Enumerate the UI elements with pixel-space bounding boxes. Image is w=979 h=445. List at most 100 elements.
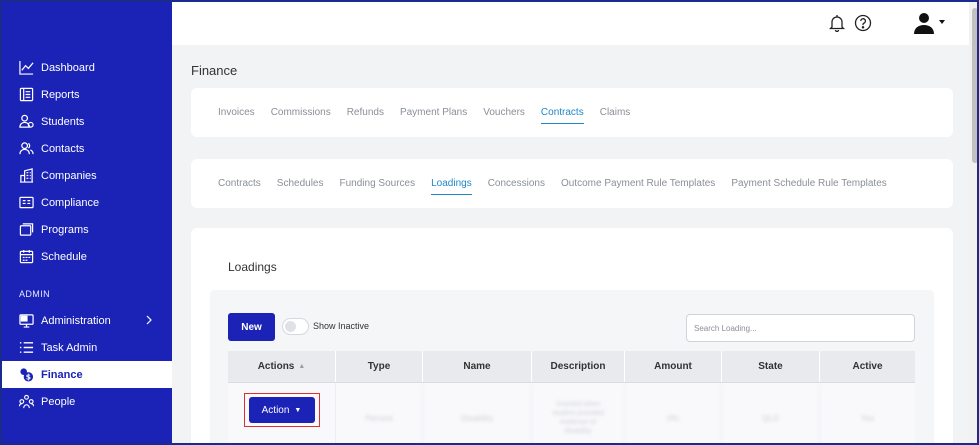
help-icon[interactable] (854, 14, 872, 32)
svg-text:$: $ (26, 373, 31, 382)
sidebar-item-people[interactable]: People (2, 388, 172, 415)
sidebar-item-compliance[interactable]: Compliance (2, 189, 172, 216)
sidebar-item-label: Schedule (41, 250, 87, 263)
table-row: Action ▼ Percent Disability Granted when … (228, 383, 915, 443)
actions-cell: Action ▼ (228, 383, 336, 443)
compliance-icon (19, 195, 34, 210)
chevron-right-icon (146, 315, 152, 325)
column-label: Actions (257, 361, 295, 372)
sidebar-section-admin: ADMIN (19, 288, 50, 299)
amount-cell: 0% (625, 383, 722, 443)
companies-icon (19, 168, 34, 183)
finance-tabs-card: Invoices Commissions Refunds Payment Pla… (191, 88, 953, 137)
sidebar-item-programs[interactable]: Programs (2, 216, 172, 243)
sidebar-item-schedule[interactable]: Schedule (2, 243, 172, 270)
loadings-table: Actions ▲ Type Name Description Amount St… (228, 351, 915, 443)
calendar-icon (19, 249, 34, 264)
tab-commissions[interactable]: Commissions (271, 106, 331, 120)
tab-claims[interactable]: Claims (600, 106, 631, 120)
chart-line-icon (19, 60, 34, 75)
search-input[interactable] (686, 314, 915, 342)
active-cell: Yes (860, 413, 875, 423)
tab-refunds[interactable]: Refunds (347, 106, 384, 120)
caret-down-icon: ▼ (294, 406, 302, 414)
sidebar: Dashboard Reports Students Contacts Comp… (2, 2, 172, 443)
caret-down-icon[interactable] (939, 20, 945, 24)
new-button[interactable]: New (228, 313, 275, 341)
column-header-actions[interactable]: Actions ▲ (228, 351, 336, 382)
sidebar-item-companies[interactable]: Companies (2, 162, 172, 189)
loadings-panel: Loadings New Show Inactive Actions▲ Type… (191, 228, 953, 443)
finance-icon: $ (19, 367, 34, 382)
monitor-icon (19, 313, 34, 328)
description-line: evidence of (560, 419, 596, 426)
sidebar-item-dashboard[interactable]: Dashboard (2, 54, 172, 81)
scrollbar-thumb[interactable] (972, 8, 977, 163)
loadings-content: New Show Inactive Actions▲ Type Name Des… (210, 290, 934, 443)
column-header-state[interactable]: State (722, 351, 820, 382)
sidebar-item-label: Administration (41, 314, 111, 327)
sidebar-nav: Dashboard Reports Students Contacts Comp… (2, 54, 172, 415)
page-title: Finance (191, 63, 238, 78)
tab-invoices[interactable]: Invoices (218, 106, 255, 120)
contract-tabs: Contracts Schedules Funding Sources Load… (191, 159, 903, 208)
description-cell: Granted when student provided evidence o… (532, 383, 625, 443)
top-bar (172, 2, 969, 45)
contacts-icon (19, 141, 34, 156)
sidebar-item-label: Students (41, 115, 85, 128)
subtab-loadings[interactable]: Loadings (431, 177, 472, 195)
bell-icon[interactable] (829, 14, 845, 32)
sidebar-item-contacts[interactable]: Contacts (2, 135, 172, 162)
sidebar-item-label: Programs (41, 223, 89, 236)
subtab-funding-sources[interactable]: Funding Sources (340, 177, 416, 191)
sidebar-item-label: Reports (41, 88, 80, 101)
subtab-payment-schedule-rule-templates[interactable]: Payment Schedule Rule Templates (731, 177, 886, 191)
user-avatar-icon[interactable] (912, 12, 936, 34)
column-header-type[interactable]: Type (336, 351, 423, 382)
sidebar-item-administration[interactable]: Administration (2, 307, 172, 334)
sidebar-item-label: Companies (41, 169, 97, 182)
description-line: Granted when (556, 401, 600, 408)
column-header-description[interactable]: Description (532, 351, 625, 382)
sidebar-item-students[interactable]: Students (2, 108, 172, 135)
toggle-knob (285, 321, 296, 332)
finance-tabs: Invoices Commissions Refunds Payment Pla… (191, 88, 646, 137)
column-header-amount[interactable]: Amount (625, 351, 722, 382)
subtab-outcome-payment-rule-templates[interactable]: Outcome Payment Rule Templates (561, 177, 715, 191)
description-line: student provided (552, 410, 604, 417)
page-scrollbar[interactable] (969, 2, 977, 443)
sidebar-item-label: People (41, 395, 76, 408)
action-label: Action (261, 404, 290, 416)
programs-icon (19, 222, 34, 237)
sidebar-item-reports[interactable]: Reports (2, 81, 172, 108)
list-icon (19, 340, 34, 355)
panel-title: Loadings (228, 260, 277, 274)
column-header-active[interactable]: Active (820, 351, 915, 382)
tab-contracts[interactable]: Contracts (540, 106, 584, 124)
subtab-contracts[interactable]: Contracts (218, 177, 261, 191)
sidebar-item-label: Compliance (41, 196, 100, 209)
subtab-schedules[interactable]: Schedules (277, 177, 324, 191)
table-header: Actions ▲ Type Name Description Amount St… (228, 351, 915, 383)
sort-up-icon: ▲ (298, 363, 306, 370)
subtab-concessions[interactable]: Concessions (488, 177, 545, 191)
name-cell: Disability (423, 383, 532, 443)
sidebar-item-finance[interactable]: $ Finance (2, 361, 172, 388)
app-window: Dashboard Reports Students Contacts Comp… (0, 0, 979, 445)
sidebar-item-label: Contacts (41, 142, 85, 155)
show-inactive-toggle[interactable] (282, 318, 309, 335)
tab-payment-plans[interactable]: Payment Plans (400, 106, 467, 120)
report-icon (19, 87, 34, 102)
action-highlight: Action ▼ (243, 393, 320, 427)
sidebar-item-task-admin[interactable]: Task Admin (2, 334, 172, 361)
people-icon (19, 394, 34, 409)
action-dropdown-button[interactable]: Action ▼ (248, 397, 315, 423)
students-icon (19, 114, 34, 129)
tab-vouchers[interactable]: Vouchers (483, 106, 525, 120)
type-cell: Percent (336, 383, 423, 443)
description-line: disability (564, 428, 592, 435)
show-inactive-label: Show Inactive (313, 321, 370, 331)
sidebar-item-label: Task Admin (41, 341, 98, 354)
column-header-name[interactable]: Name (423, 351, 532, 382)
contract-tabs-card: Contracts Schedules Funding Sources Load… (191, 159, 953, 208)
